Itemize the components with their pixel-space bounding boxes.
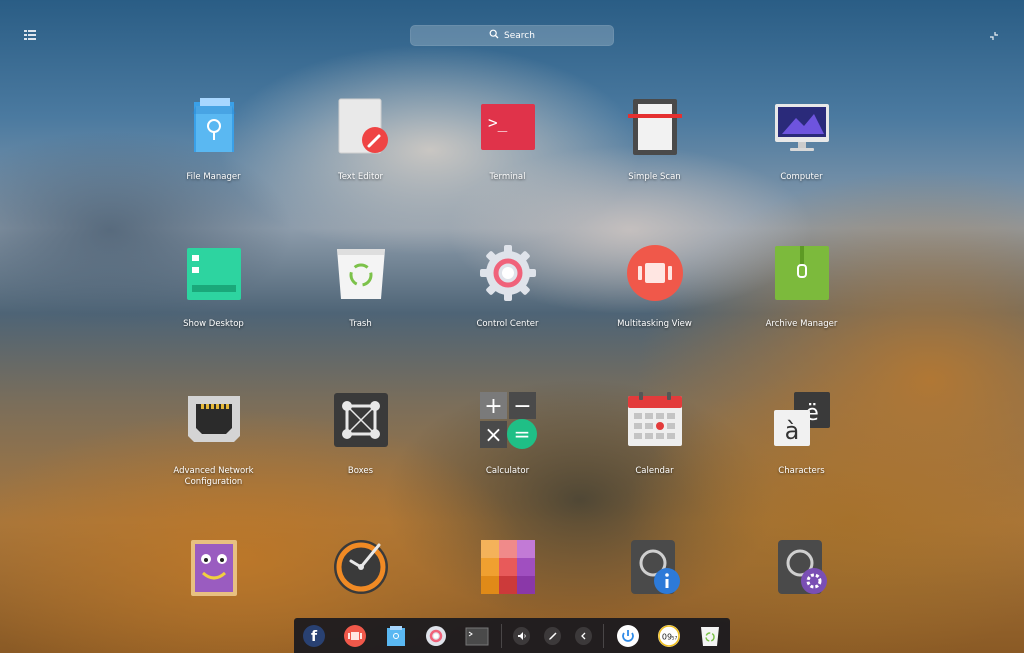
app-terminal[interactable]: >_ Terminal [434,94,581,183]
app-characters[interactable]: ë à Characters [728,388,875,477]
search-placeholder: Search [504,30,535,41]
app-disk-settings[interactable] [728,535,875,613]
terminal-icon: >_ [476,94,540,158]
disk-info-icon [623,535,687,599]
multitasking-icon [623,241,687,305]
characters-icon: ë à [770,388,834,452]
search-input[interactable]: Search [410,25,614,46]
collapse-fullscreen-icon[interactable] [986,28,1002,44]
dock-separator [603,623,605,648]
search-icon [489,29,499,42]
app-label: Computer [780,172,823,182]
app-label: Advanced Network Configuration [173,466,254,488]
svg-text:−: − [513,394,531,419]
edit-pen-icon[interactable] [544,626,562,645]
app-label: Text Editor [337,172,384,182]
trash-icon[interactable] [697,623,722,649]
app-clock[interactable] [287,535,434,613]
terminal-icon[interactable] [465,623,490,649]
svg-text:+: + [484,394,502,419]
app-label: Archive Manager [765,319,838,329]
app-disk-info[interactable] [581,535,728,613]
text-editor-icon [329,94,393,158]
app-label: Simple Scan [628,172,681,182]
app-label: Multitasking View [617,319,692,329]
gear-icon[interactable] [424,623,449,649]
app-show-desktop[interactable]: Show Desktop [140,241,287,330]
app-calculator[interactable]: + − × = Calculator [434,388,581,477]
dock: f 09 57 [294,618,730,653]
app-text-editor[interactable]: Text Editor [287,94,434,183]
svg-text:=: = [513,422,530,446]
volume-icon[interactable] [513,626,531,645]
app-multitasking-view[interactable]: Multitasking View [581,241,728,330]
app-label: File Manager [186,172,241,182]
clock-icon[interactable]: 09 57 [657,623,682,649]
color-palette-icon [476,535,540,599]
network-port-icon [182,388,246,452]
fedora-logo-icon[interactable]: f [302,623,327,649]
gear-icon [476,241,540,305]
svg-text:57: 57 [672,635,678,641]
app-label: Calendar [635,466,674,476]
category-view-icon[interactable] [22,28,38,44]
power-icon[interactable] [616,623,641,649]
app-label: Trash [349,319,372,329]
scanner-icon [623,94,687,158]
svg-text:f: f [311,629,318,645]
disk-settings-icon [770,535,834,599]
file-manager-icon [182,94,246,158]
svg-text:09: 09 [662,632,672,641]
app-boxes[interactable]: Boxes [287,388,434,477]
app-cheese[interactable] [140,535,287,613]
app-simple-scan[interactable]: Simple Scan [581,94,728,183]
app-control-center[interactable]: Control Center [434,241,581,330]
app-label: Boxes [347,466,374,476]
archive-icon [770,241,834,305]
cheese-face-icon [182,535,246,599]
show-desktop-icon [182,241,246,305]
svg-text:×: × [484,423,502,448]
dock-separator [501,623,503,648]
trash-icon [329,241,393,305]
app-label: Show Desktop [183,319,244,329]
app-label: Terminal [489,172,526,182]
app-label: Calculator [485,466,530,476]
multitasking-icon[interactable] [343,623,368,649]
app-trash[interactable]: Trash [287,241,434,330]
app-label: Control Center [476,319,539,329]
app-archive-manager[interactable]: Archive Manager [728,241,875,330]
app-color-palette[interactable] [434,535,581,613]
app-label: Characters [778,466,825,476]
boxes-icon [329,388,393,452]
svg-text:>_: >_ [488,113,508,132]
app-calendar[interactable]: Calendar [581,388,728,477]
calendar-icon [623,388,687,452]
calculator-icon: + − × = [476,388,540,452]
computer-icon [770,94,834,158]
app-file-manager[interactable]: File Manager [140,94,287,183]
app-computer[interactable]: Computer [728,94,875,183]
chevron-left-icon[interactable] [575,626,593,645]
file-manager-icon[interactable] [383,623,408,649]
clock-icon [329,535,393,599]
app-advanced-network-configuration[interactable]: Advanced Network Configuration [140,388,287,489]
svg-text:à: à [784,417,799,445]
